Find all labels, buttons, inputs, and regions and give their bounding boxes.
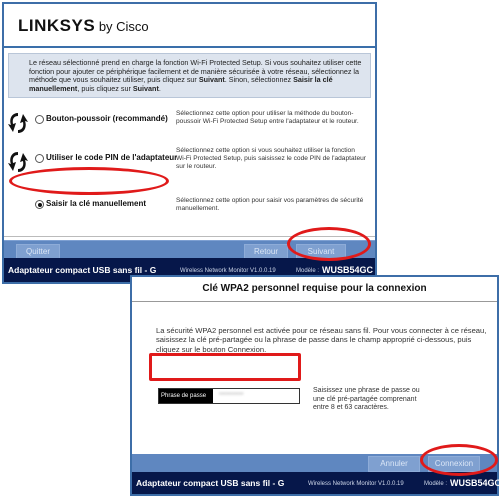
- option-description: Sélectionnez cette option si vous souhai…: [176, 147, 367, 170]
- highlight-connect-button: [420, 444, 498, 476]
- model-name: WUSB54GC: [450, 478, 499, 488]
- radio-manual-key[interactable]: [35, 200, 44, 210]
- passphrase-hint: Saisissez une phrase de passe ou une clé…: [313, 387, 420, 412]
- monitor-version: Wireless Network Monitor V1.0.0.19: [180, 268, 276, 274]
- model-label: Modèle :: [296, 268, 320, 274]
- monitor-version: Wireless Network Monitor V1.0.0.19: [308, 481, 404, 487]
- header-logo-bar: LINKSYS by Cisco: [4, 4, 375, 48]
- option-description: Sélectionnez cette option pour saisir vo…: [176, 197, 364, 212]
- model-label: Modèle :: [424, 481, 448, 487]
- status-bar: Adaptateur compact USB sans fil - G Wire…: [132, 472, 499, 494]
- option-label[interactable]: Utiliser le code PIN de l'adaptateur: [46, 153, 177, 162]
- option-push-button[interactable]: Bouton-poussoir (recommandé) Sélectionne…: [4, 106, 375, 140]
- model-name: WUSB54GC: [322, 265, 374, 275]
- highlight-manual-key: [9, 167, 169, 195]
- option-description: Sélectionnez cette option pour utiliser …: [176, 110, 359, 125]
- option-label[interactable]: Saisir la clé manuellement: [46, 199, 146, 208]
- wps-icon: [8, 113, 28, 134]
- highlight-next-button: [287, 227, 371, 261]
- instruction-text: La sécurité WPA2 personnel est activée p…: [156, 326, 487, 354]
- adapter-name: Adaptateur compact USB sans fil - G: [136, 478, 285, 488]
- adapter-name: Adaptateur compact USB sans fil - G: [8, 265, 157, 275]
- cancel-button[interactable]: Annuler: [368, 456, 420, 472]
- highlight-passphrase-field: [149, 353, 301, 381]
- intro-text: Le réseau sélectionné prend en charge la…: [8, 53, 371, 99]
- radio-push-button[interactable]: [35, 115, 44, 125]
- passphrase-label: Phrase de passe: [159, 389, 213, 403]
- option-label[interactable]: Bouton-poussoir (recommandé): [46, 114, 168, 123]
- passphrase-input[interactable]: ••••••••••: [219, 391, 244, 398]
- linksys-logo: LINKSYS by Cisco: [18, 16, 149, 35]
- radio-pin-code[interactable]: [35, 154, 44, 164]
- passphrase-field[interactable]: Phrase de passe ••••••••••: [158, 388, 300, 404]
- window-title: Clé WPA2 personnel requise pour la conne…: [132, 277, 497, 302]
- option-manual-key[interactable]: Saisir la clé manuellement Sélectionnez …: [4, 192, 375, 222]
